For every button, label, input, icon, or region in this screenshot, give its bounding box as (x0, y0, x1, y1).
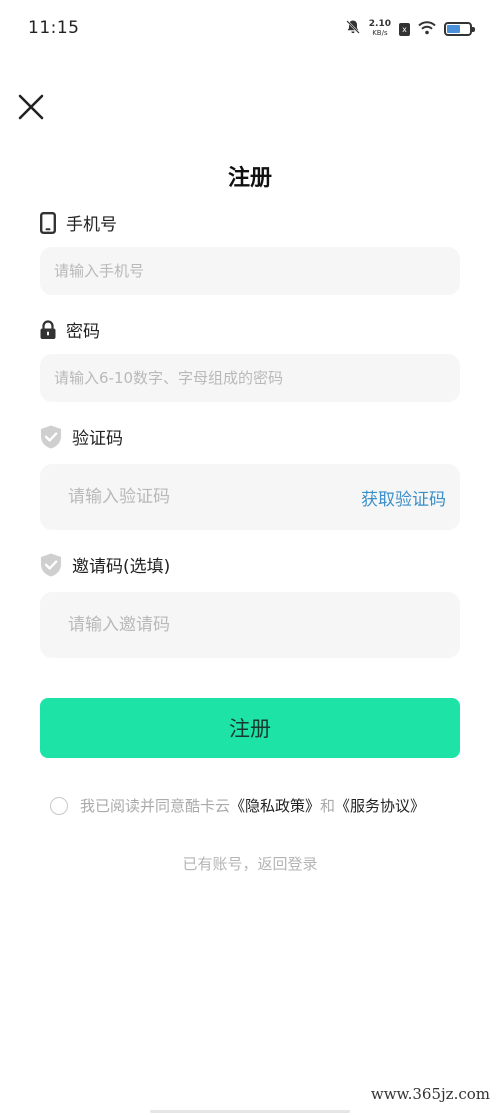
status-bar: 11:15 2.10 KB/s x (0, 0, 500, 56)
invite-label: 邀请码(选填) (72, 557, 171, 577)
agreement-conjunction: 和 (320, 797, 336, 815)
invite-label-row: 邀请码(选填) (38, 552, 170, 577)
phone-icon (38, 211, 58, 234)
agreement-text: 我已阅读并同意酷卡云 (80, 797, 231, 815)
phone-label-row: 手机号 (38, 210, 117, 235)
shield-check-icon (38, 553, 64, 576)
password-label-row: 密码 (38, 317, 100, 342)
status-time: 11:15 (28, 18, 80, 38)
network-speed-unit: KB/s (372, 29, 388, 37)
battery-icon (444, 22, 475, 36)
phone-input[interactable] (54, 262, 446, 280)
close-button[interactable] (16, 92, 46, 122)
lock-icon (38, 319, 58, 341)
verify-input-box: 获取验证码 (40, 464, 460, 530)
privacy-policy-link[interactable]: 《隐私政策》 (230, 795, 320, 816)
invite-input-box (40, 592, 460, 658)
phone-input-box (40, 247, 460, 295)
invite-code-input[interactable] (68, 615, 432, 635)
close-icon (18, 94, 44, 120)
service-agreement-link[interactable]: 《服务协议》 (335, 795, 425, 816)
agreement-checkbox[interactable] (50, 796, 68, 815)
verify-label: 验证码 (72, 429, 123, 449)
home-indicator (150, 1110, 350, 1113)
page-title: 注册 (227, 166, 272, 191)
status-icons: 2.10 KB/s x (345, 18, 475, 40)
agreement-row: 我已阅读并同意酷卡云 《隐私政策》 和 《服务协议》 (50, 795, 425, 816)
bell-muted-icon (345, 19, 361, 39)
shield-check-icon (38, 425, 64, 448)
watermark: www.365jz.com (370, 1085, 490, 1103)
password-input[interactable] (54, 369, 446, 387)
verify-label-row: 验证码 (38, 424, 123, 449)
network-speed: 2.10 KB/s (369, 20, 391, 38)
back-to-login-link[interactable]: 已有账号，返回登录 (0, 853, 500, 874)
verify-code-input[interactable] (68, 487, 361, 507)
password-label: 密码 (66, 322, 100, 342)
get-code-button[interactable]: 获取验证码 (361, 485, 446, 510)
network-speed-value: 2.10 (368, 19, 391, 29)
password-input-box (40, 354, 460, 402)
wifi-icon (418, 20, 436, 39)
phone-label: 手机号 (66, 215, 117, 235)
battery-fill (447, 25, 461, 33)
register-button[interactable]: 注册 (40, 698, 460, 758)
sim-icon: x (399, 22, 410, 36)
